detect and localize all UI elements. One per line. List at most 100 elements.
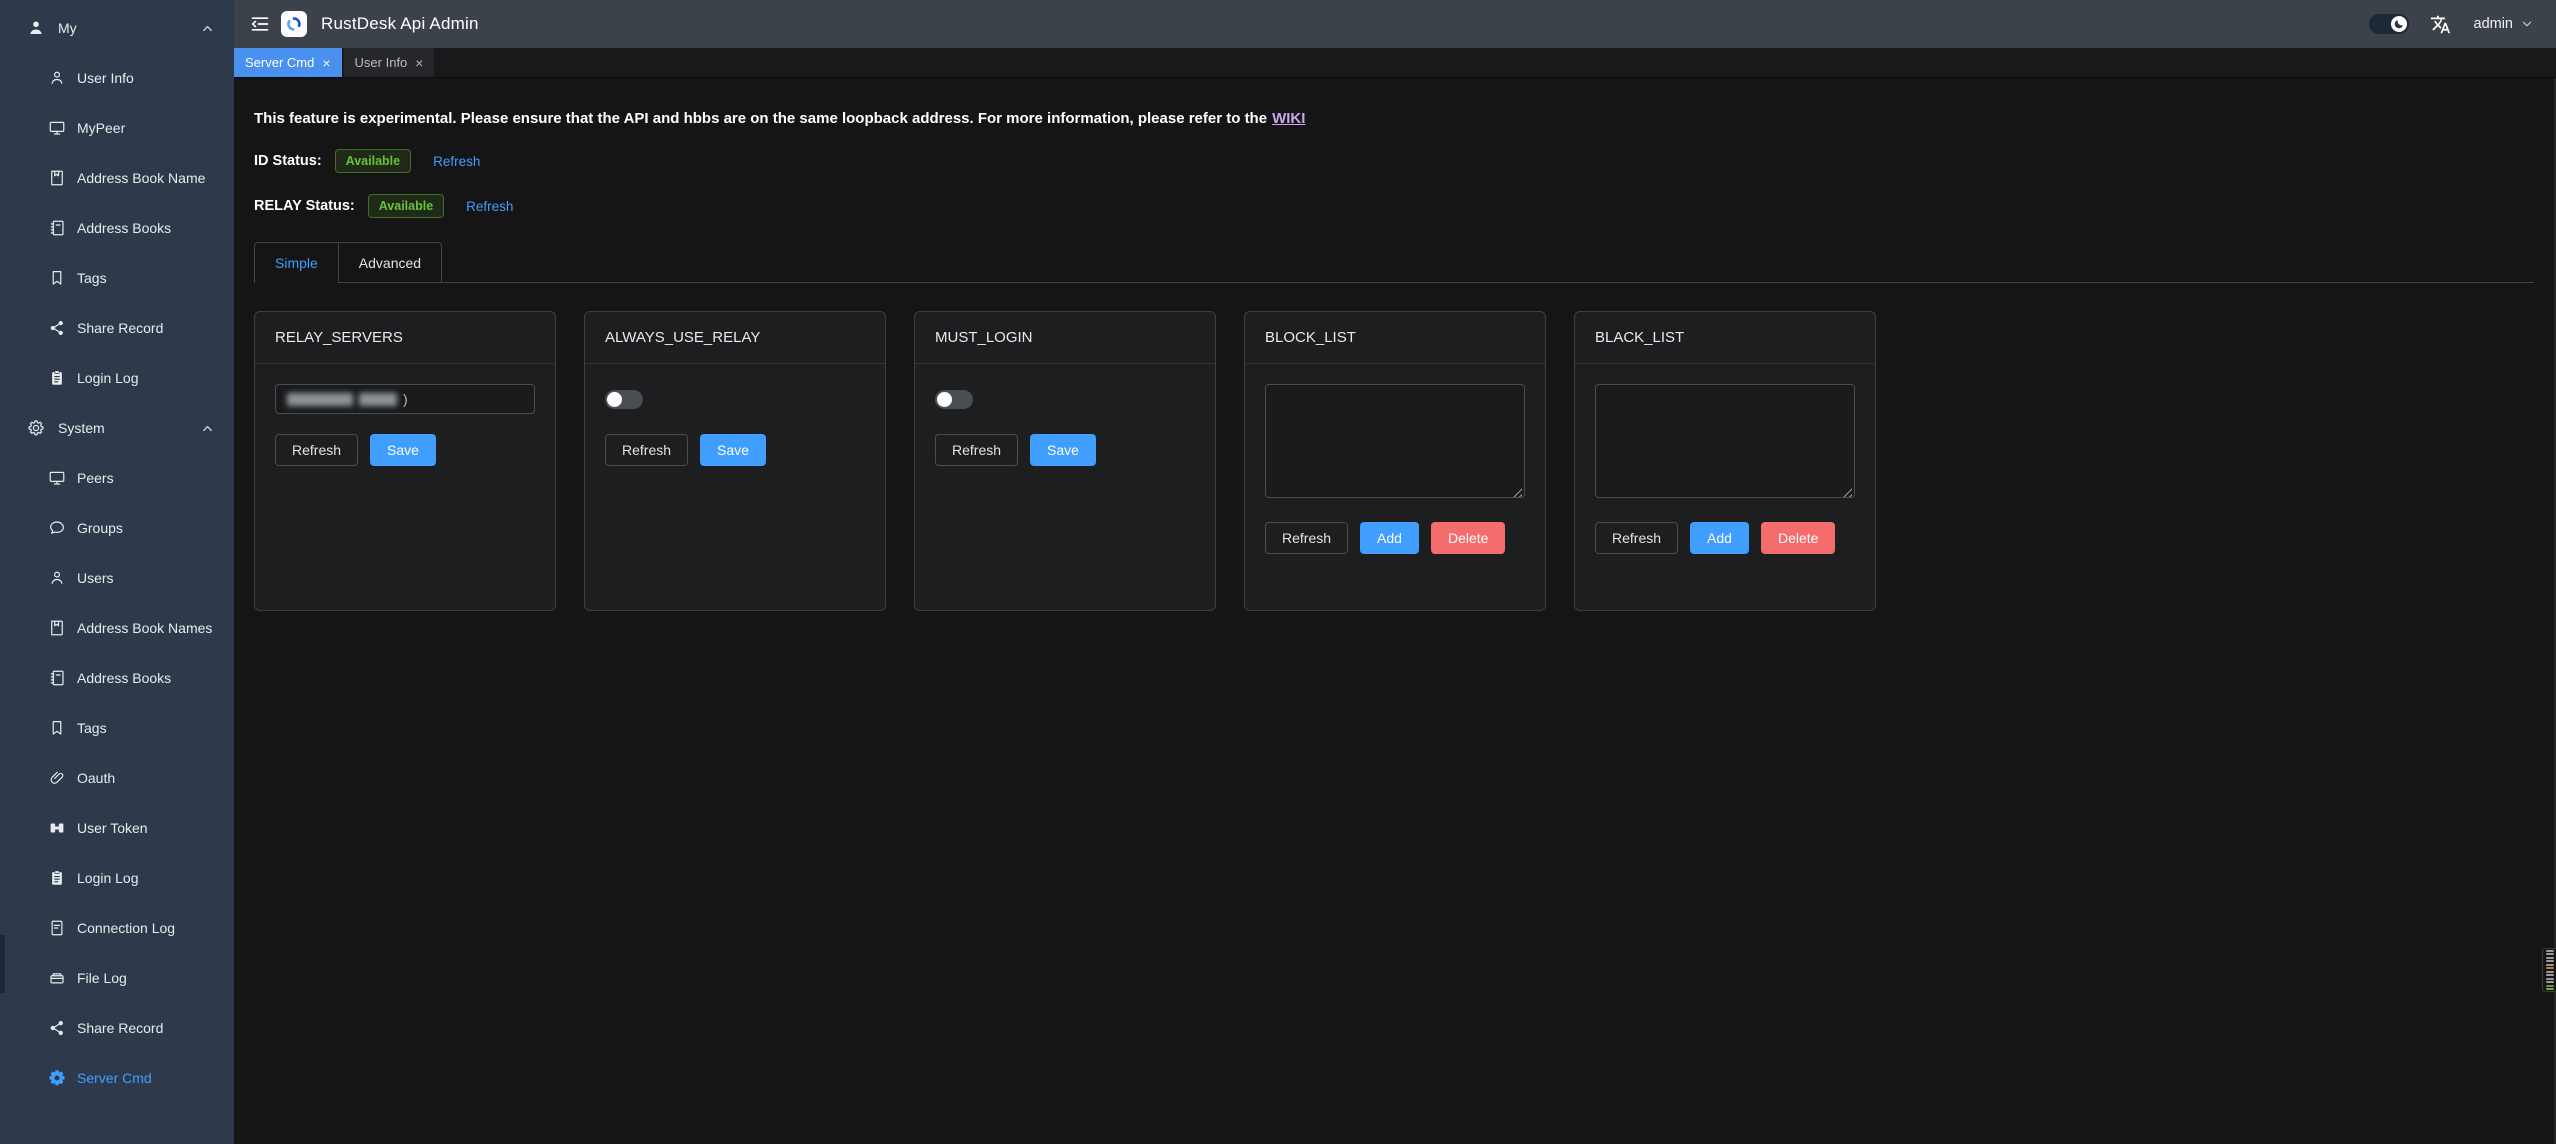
delete-button[interactable]: Delete [1431,522,1505,554]
refresh-button[interactable]: Refresh [1265,522,1348,554]
card-buttons: Refresh Save [935,434,1195,466]
sidebar-item-server-cmd[interactable]: Server Cmd [0,1053,234,1103]
tagsview-tab-user-info[interactable]: User Info× [344,48,435,77]
sidebar-item-user-info[interactable]: User Info [0,53,234,103]
input-visible-suffix: ) [403,391,408,407]
sidebar-item-user-token[interactable]: User Token [0,803,234,853]
save-button[interactable]: Save [370,434,436,466]
mode-tabs: SimpleAdvanced [254,242,2534,283]
chevron-up-icon [201,422,214,435]
sidebar-item-tags[interactable]: Tags [0,703,234,753]
sidebar-item-label: Peers [77,470,114,486]
mini-line [2546,974,2554,976]
card-title: RELAY_SERVERS [255,312,555,364]
sidebar-item-peers[interactable]: Peers [0,453,234,503]
card-title: BLOCK_LIST [1245,312,1545,364]
card-always-use-relay: ALWAYS_USE_RELAY Refresh Save [584,311,886,611]
user-outline-icon [48,69,66,87]
sidebar-item-oauth[interactable]: Oauth [0,753,234,803]
config-cards: RELAY_SERVERS)RefreshSaveALWAYS_USE_RELA… [254,311,2534,611]
card-title: ALWAYS_USE_RELAY [585,312,885,364]
user-name: admin [2474,16,2514,32]
toggle-knob [607,392,622,407]
sidebar-item-connection-log[interactable]: Connection Log [0,903,234,953]
share-icon [48,319,66,337]
sidebar-item-mypeer[interactable]: MyPeer [0,103,234,153]
clipboard-icon [48,869,66,887]
save-button[interactable]: Save [700,434,766,466]
card-buttons: Refresh Add Delete [1265,522,1525,554]
mini-line [2546,964,2554,966]
sidebar-item-login-log[interactable]: Login Log [0,853,234,903]
list-textarea-wrap [1265,384,1525,503]
add-button[interactable]: Add [1360,522,1419,554]
close-icon[interactable]: × [415,56,423,70]
list-textarea-wrap [1595,384,1855,503]
add-button[interactable]: Add [1690,522,1749,554]
status-rows: ID Status:AvailableRefreshRELAY Status:A… [254,149,2534,218]
tagsview-tab-server-cmd[interactable]: Server Cmd× [234,48,342,77]
ticket-icon [48,819,66,837]
sidebar-item-address-books[interactable]: Address Books [0,653,234,703]
delete-button[interactable]: Delete [1761,522,1835,554]
refresh-button[interactable]: Refresh [275,434,358,466]
sidebar-item-label: Address Book Name [77,170,205,186]
refresh-link[interactable]: Refresh [433,154,480,169]
sidebar-item-groups[interactable]: Groups [0,503,234,553]
sidebar-item-label: Users [77,570,114,586]
translate-icon[interactable] [2430,14,2451,35]
sidebar-item-label: Share Record [77,1020,163,1036]
refresh-button[interactable]: Refresh [935,434,1018,466]
card-body: ) Refresh Save [255,364,555,486]
mode-tab-advanced[interactable]: Advanced [339,242,442,282]
toggle-switch[interactable] [935,390,973,409]
status-badge: Available [335,149,411,173]
sidebar-item-share-record[interactable]: Share Record [0,303,234,353]
refresh-button[interactable]: Refresh [1595,522,1678,554]
toggle-switch[interactable] [605,390,643,409]
sidebar-item-address-book-names[interactable]: Address Book Names [0,603,234,653]
monitor-icon [48,119,66,137]
card-body: Refresh Add Delete [1575,364,1875,574]
refresh-button[interactable]: Refresh [605,434,688,466]
sidebar-section-system[interactable]: System [0,403,234,453]
close-icon[interactable]: × [322,56,330,70]
notice-text: This feature is experimental. Please ens… [254,110,1267,127]
mini-line [2546,957,2554,959]
card-title: BLACK_LIST [1575,312,1875,364]
sidebar-item-label: Server Cmd [77,1070,152,1086]
archive-icon [48,969,66,987]
sidebar-item-users[interactable]: Users [0,553,234,603]
sidebar-item-address-book-name[interactable]: Address Book Name [0,153,234,203]
sidebar-collapse-button[interactable] [250,14,270,34]
save-button[interactable]: Save [1030,434,1096,466]
list-textarea[interactable] [1265,384,1525,498]
mini-line [2546,971,2554,973]
sidebar-item-address-books[interactable]: Address Books [0,203,234,253]
status-row-id-status: ID Status:AvailableRefresh [254,149,2534,173]
sidebar-item-login-log[interactable]: Login Log [0,353,234,403]
app-title: RustDesk Api Admin [321,14,479,34]
refresh-link[interactable]: Refresh [466,199,513,214]
user-menu[interactable]: admin [2474,16,2535,32]
chevron-down-icon [2520,17,2534,31]
gear-icon [48,1069,66,1087]
mini-line [2546,981,2554,983]
sidebar-scrollbar[interactable] [0,935,5,993]
sidebar-item-label: Address Books [77,670,171,686]
list-textarea[interactable] [1595,384,1855,498]
sidebar-item-tags[interactable]: Tags [0,253,234,303]
theme-toggle[interactable] [2369,14,2409,34]
sidebar-section-my[interactable]: My [0,3,234,53]
edge-mini-widget[interactable] [2542,948,2556,992]
mini-line [2546,950,2554,952]
relay-servers-input[interactable]: ) [275,384,535,414]
mode-tab-simple[interactable]: Simple [254,242,339,283]
notebook-icon [48,219,66,237]
sidebar-item-label: User Token [77,820,148,836]
hamburger-fold-icon [250,14,270,34]
sidebar-item-share-record[interactable]: Share Record [0,1003,234,1053]
wiki-link[interactable]: WIKI [1272,110,1305,127]
masked-value-blob [359,393,397,406]
sidebar-item-file-log[interactable]: File Log [0,953,234,1003]
